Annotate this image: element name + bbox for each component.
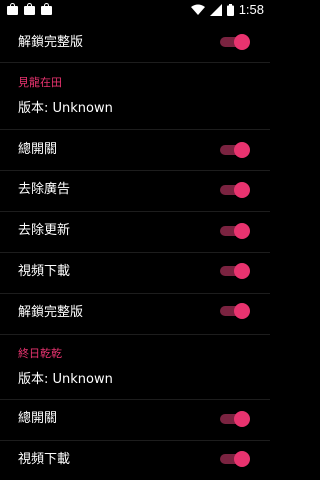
shopping-bag-icon: [7, 3, 18, 15]
clock-time: 1:58: [238, 2, 264, 17]
unlock-full-toggle[interactable]: [220, 34, 250, 50]
version-text: 版本: Unknown: [18, 372, 113, 387]
setting-label: 解鎖完整版: [18, 305, 84, 320]
setting-label: 視頻下載: [18, 264, 71, 279]
setting-label: 去除廣告: [18, 182, 71, 197]
setting-label: 視頻下載: [18, 452, 71, 467]
setting-row-master-switch-2[interactable]: 總開關: [0, 400, 270, 440]
wifi-icon: [190, 4, 205, 15]
setting-row-remove-updates[interactable]: 去除更新: [0, 212, 270, 252]
section-title: 終日乾乾: [18, 347, 62, 360]
unlock-full-toggle[interactable]: [220, 303, 250, 319]
section-title: 見龍在田: [18, 76, 62, 89]
version-text: 版本: Unknown: [18, 101, 113, 116]
setting-label: 總開關: [18, 142, 58, 157]
video-download-toggle[interactable]: [220, 451, 250, 467]
setting-label: 去除更新: [18, 223, 71, 238]
master-switch-toggle[interactable]: [220, 142, 250, 158]
setting-row-unlock-full-top[interactable]: 解鎖完整版: [0, 20, 270, 62]
version-row-2: 版本: Unknown: [0, 365, 270, 399]
status-bar: 1:58: [0, 0, 270, 20]
setting-row-video-download-2[interactable]: 視頻下載: [0, 441, 270, 480]
signal-icon: [209, 4, 222, 16]
setting-row-remove-ads[interactable]: 去除廣告: [0, 171, 270, 211]
master-switch-toggle[interactable]: [220, 411, 250, 427]
shopping-bag-icon: [24, 3, 35, 15]
remove-updates-toggle[interactable]: [220, 223, 250, 239]
notification-icons: [7, 3, 52, 15]
section-header-1: 見龍在田: [0, 63, 270, 93]
section-header-2: 終日乾乾: [0, 335, 270, 365]
setting-label: 總開關: [18, 411, 58, 426]
setting-row-unlock-full[interactable]: 解鎖完整版: [0, 294, 270, 334]
battery-icon: [226, 4, 234, 16]
remove-ads-toggle[interactable]: [220, 182, 250, 198]
setting-label: 解鎖完整版: [18, 35, 84, 50]
shopping-bag-icon: [41, 3, 52, 15]
system-icons: 1:58: [190, 2, 264, 18]
setting-row-master-switch[interactable]: 總開關: [0, 130, 270, 170]
video-download-toggle[interactable]: [220, 263, 250, 279]
version-row-1: 版本: Unknown: [0, 93, 270, 129]
setting-row-video-download[interactable]: 視頻下載: [0, 253, 270, 293]
